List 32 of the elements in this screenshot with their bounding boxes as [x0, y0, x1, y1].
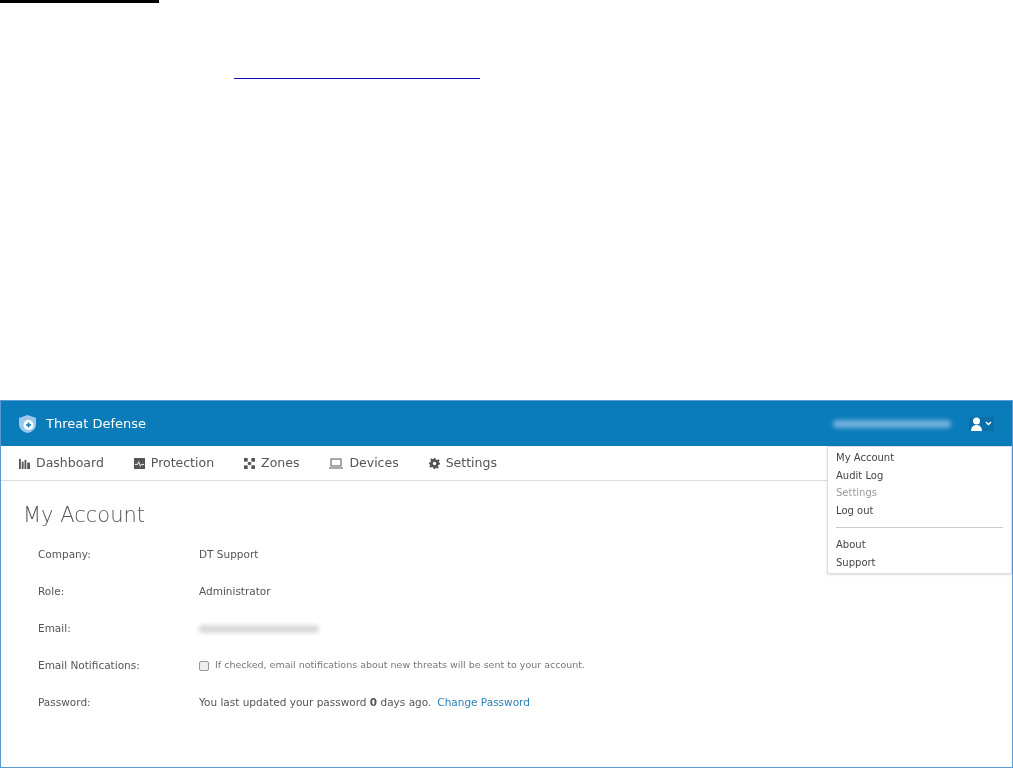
menu-item[interactable]: Audit Log [836, 466, 1003, 484]
field-value: DT Support [199, 546, 259, 562]
menu-item[interactable]: My Account [836, 449, 1003, 467]
page-title: My Account [23, 505, 145, 526]
bar-chart-icon [19, 457, 30, 469]
nav-tab[interactable]: Protection [133, 453, 215, 473]
gear-icon [428, 457, 440, 469]
menu-item[interactable]: Log out [836, 501, 1003, 519]
password-info: You last updated your password 0 days ago. [199, 694, 432, 710]
change-password-link[interactable]: Change Password [437, 694, 530, 711]
app-title: Threat Defense [46, 414, 147, 433]
field-label: Role: [38, 583, 66, 599]
field-label: Email Notifications: [38, 657, 141, 673]
nav-tab[interactable]: Settings [428, 453, 497, 473]
menu-item[interactable]: About [836, 536, 1003, 554]
caret-icon [985, 421, 992, 426]
nav-tab[interactable]: Devices [329, 453, 399, 473]
field-label: Company: [38, 546, 92, 562]
nodes-icon [244, 457, 256, 469]
user-icon [971, 416, 982, 431]
nav-tab[interactable]: Dashboard [19, 453, 104, 473]
checkbox[interactable] [199, 660, 209, 671]
pulse-icon [133, 457, 145, 469]
user-menu-button[interactable] [969, 416, 994, 431]
field-label: Password: [38, 694, 92, 710]
nav-tab[interactable]: Zones [244, 453, 300, 473]
field-value: Administrator [199, 583, 271, 599]
shield-icon [19, 414, 36, 433]
laptop-icon [329, 457, 344, 469]
checkbox-hint: If checked, email notifications about new threats will be sent to your account. [215, 658, 586, 673]
menu-item[interactable]: Support [836, 553, 1003, 571]
field-label: Email: [38, 620, 72, 636]
